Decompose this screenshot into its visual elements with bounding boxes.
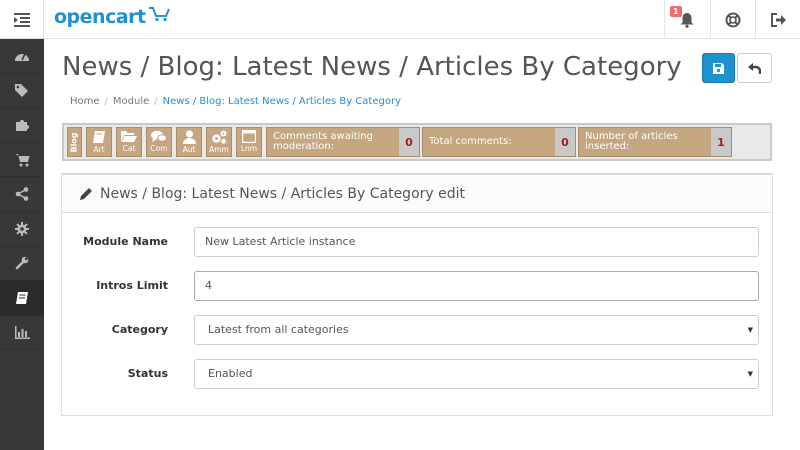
stat-comments-awaiting: Comments awaiting moderation: 0 [266,127,420,157]
articles-button[interactable]: Art [86,127,112,157]
panel-heading: News / Blog: Latest News / Articles By C… [62,175,772,213]
stat-articles-inserted-value: 1 [711,128,731,156]
sidebar-item-blog[interactable] [0,281,44,316]
stat-articles-inserted: Number of articles inserted: 1 [578,127,732,157]
category-select-value: Latest from all categories [208,323,349,336]
form-row-category: Category Latest from all categories ▼ [62,315,772,345]
wrench-icon [15,257,29,270]
stat-articles-inserted-label: Number of articles inserted: [585,131,678,152]
stat-total-comments: Total comments: 0 [422,127,576,157]
module-manager-button-label: Amm [209,145,229,154]
breadcrumb-home-link[interactable]: Home [70,96,100,107]
page-title: News / Blog: Latest News / Articles By C… [62,52,682,82]
breadcrumb-current-link[interactable]: News / Blog: Latest News / Articles By C… [163,96,401,107]
breadcrumb-separator: / [154,96,158,107]
pencil-icon [80,187,92,200]
scrollbar[interactable] [790,39,800,450]
book-icon [93,131,105,143]
cog-icon [15,221,29,236]
book-icon [16,291,28,304]
category-select[interactable]: Latest from all categories ▼ [194,315,759,345]
edit-panel: News / Blog: Latest News / Articles By C… [61,173,773,416]
menu-toggle-button[interactable] [0,0,44,39]
save-button[interactable] [702,53,735,83]
module-name-label: Module Name [83,235,168,248]
articles-button-label: Art [93,145,105,154]
dashboard-icon [15,53,29,61]
opencart-logo[interactable]: opencart [54,6,170,28]
logo-cart-icon [148,7,170,22]
comments-icon [151,130,167,142]
tags-icon [15,84,28,98]
logout-button[interactable] [755,0,800,39]
sidebar [0,39,44,450]
sidebar-item-marketing[interactable] [0,177,44,212]
module-name-input[interactable]: New Latest Article instance [194,227,759,257]
floppy-disk-icon [713,62,724,74]
authors-button-label: Aut [182,145,196,154]
breadcrumb-module-link[interactable]: Module [113,96,149,107]
bar-chart-icon [14,326,30,340]
form-row-intros-limit: Intros Limit 4 [62,271,772,301]
caret-down-icon: ▼ [747,370,753,378]
blog-toolbar: Blog Art Cat Com Aut Amm Lnm Comments aw… [62,123,772,161]
folder-open-icon [121,131,137,142]
category-label: Category [111,323,168,336]
share-icon [15,187,29,201]
module-manager-button[interactable]: Amm [206,127,232,157]
bell-icon [680,12,694,28]
blog-tag: Blog [67,127,82,157]
layout-manager-button-label: Lnm [240,144,258,153]
sidebar-item-catalog[interactable] [0,74,44,109]
top-bar: opencart 1 [0,0,800,39]
life-ring-icon [725,12,741,27]
sidebar-item-tools[interactable] [0,247,44,282]
comments-button-label: Com [150,144,168,153]
breadcrumb: Home / Module / News / Blog: Latest News / A… [70,96,401,107]
layout-manager-button[interactable]: Lnm [236,127,262,157]
sign-out-icon [770,12,786,27]
blog-tag-label: Blog [70,131,79,153]
alerts-count-badge: 1 [670,6,682,17]
sidebar-item-reports[interactable] [0,316,44,351]
status-label: Status [127,367,168,380]
form-row-module-name: Module Name New Latest Article instance [62,227,772,257]
sidebar-item-extensions[interactable] [0,108,44,143]
sidebar-item-dashboard[interactable] [0,39,44,74]
user-icon [182,130,196,144]
reply-icon [748,62,761,74]
intros-limit-label: Intros Limit [96,279,168,292]
stat-total-comments-label: Total comments: [429,136,512,147]
back-button[interactable] [737,53,772,83]
panel-title: News / Blog: Latest News / Articles By C… [100,185,465,202]
cogs-icon [212,130,227,144]
logo-text: opencart [54,6,146,28]
puzzle-icon [16,119,29,131]
sidebar-item-sales[interactable] [0,143,44,178]
sidebar-item-system[interactable] [0,212,44,247]
window-icon [242,130,256,143]
caret-down-icon: ▼ [747,326,753,334]
comments-button[interactable]: Com [146,127,172,157]
status-select-value: Enabled [208,367,253,380]
breadcrumb-separator: / [104,96,108,107]
alerts-button[interactable]: 1 [664,0,709,39]
cart-icon [14,153,29,167]
status-select[interactable]: Enabled ▼ [194,359,759,389]
stat-comments-awaiting-label: Comments awaiting moderation: [273,131,373,152]
indent-icon [13,12,30,27]
stat-comments-awaiting-value: 0 [399,128,419,156]
stat-total-comments-value: 0 [555,128,575,156]
form-row-status: Status Enabled ▼ [62,359,772,389]
categories-button[interactable]: Cat [116,127,142,157]
authors-button[interactable]: Aut [176,127,202,157]
help-button[interactable] [710,0,755,39]
intros-limit-input[interactable]: 4 [194,271,759,301]
categories-button-label: Cat [122,144,136,153]
